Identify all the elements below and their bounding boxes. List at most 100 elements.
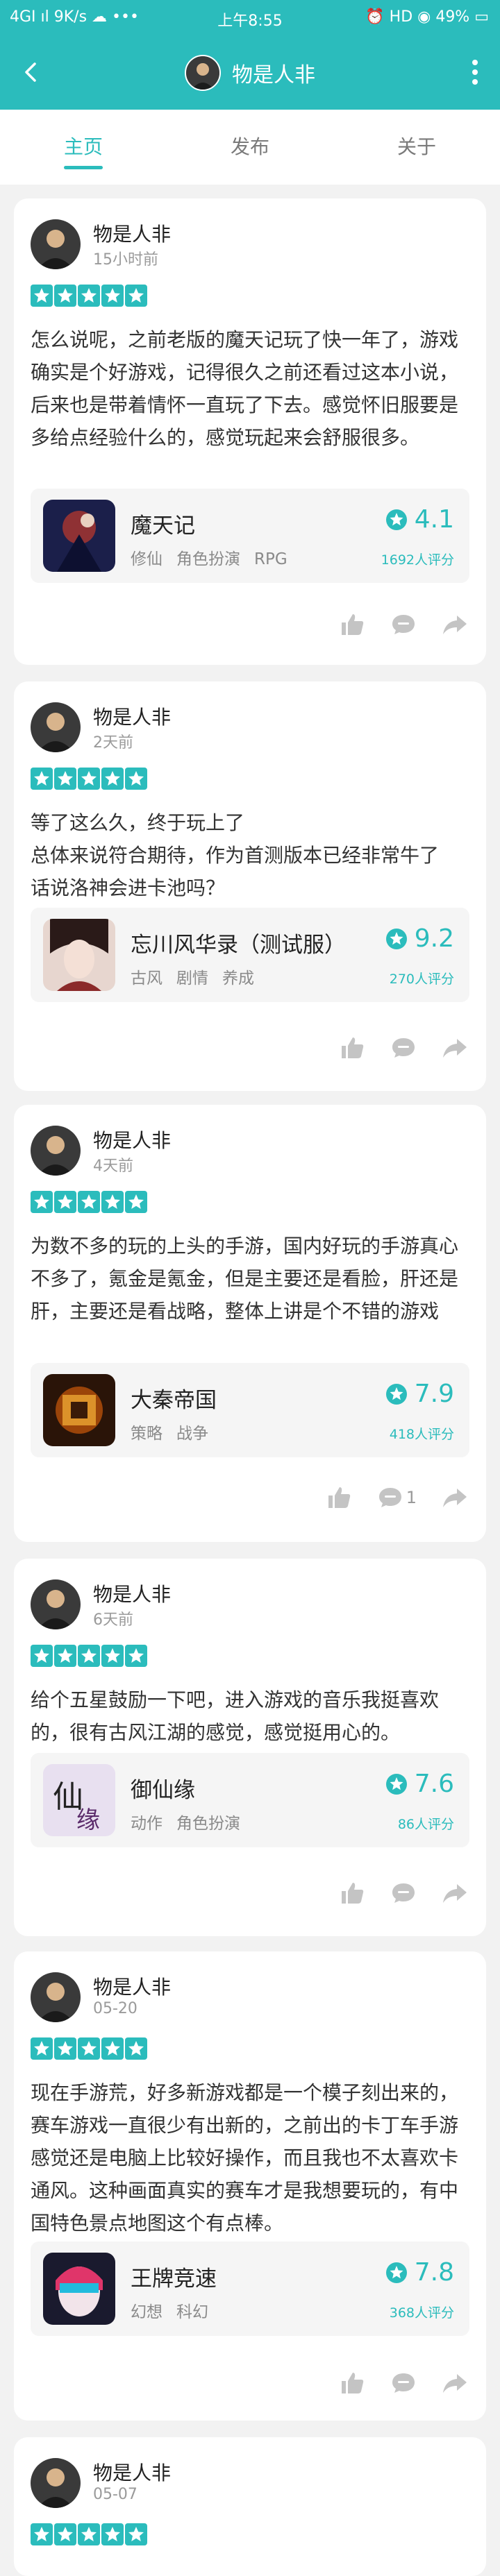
- game-tag: 养成: [222, 969, 254, 988]
- user-name[interactable]: 物是人非: [93, 1972, 171, 2000]
- avatar[interactable]: [31, 1972, 81, 2022]
- avatar[interactable]: [31, 1126, 81, 1176]
- user-name[interactable]: 物是人非: [93, 219, 171, 247]
- game-icon: [43, 1374, 115, 1446]
- post-time: 4天前: [93, 1158, 133, 1175]
- review-card: 物是人非 05-20 现在手游荒，好多新游戏都是一个模子刻出来的，赛车游戏一直很…: [14, 1951, 486, 2421]
- user-name[interactable]: 物是人非: [93, 702, 171, 730]
- status-bar: 4GІ ıl 9K/s ☁ ••• 上午8:55 ⏰ HD ◉ 49% ▭: [0, 0, 500, 36]
- game-tags: 修仙 角色扮演 RPG: [131, 545, 301, 569]
- review-text[interactable]: 现在手游荒，好多新游戏都是一个模子刻出来的，赛车游戏一直很少有出新的，之前出的卡…: [31, 2076, 475, 2239]
- review-text[interactable]: 为数不多的玩的上头的手游，国内好玩的手游真心不多了，氪金是氪金，但是主要还是看脸…: [31, 1230, 475, 1328]
- like-icon[interactable]: [339, 611, 365, 638]
- share-icon[interactable]: [442, 611, 468, 638]
- star-icon: [101, 2037, 124, 2060]
- game-icon: 仙缘: [43, 1764, 115, 1836]
- game-tag: 动作: [131, 1815, 162, 1833]
- review-card: 物是人非 2天前 等了这么久，终于玩上了 总体来说符合期待，作为首测版本已经非常…: [14, 681, 486, 1091]
- share-icon[interactable]: [442, 1484, 468, 1511]
- rating-stars: [31, 2523, 147, 2545]
- comment-button[interactable]: 1: [377, 1484, 417, 1511]
- star-icon: [31, 2523, 53, 2545]
- rating-stars: [31, 2037, 147, 2060]
- game-tag: RPG: [254, 550, 288, 568]
- avatar[interactable]: [31, 2458, 81, 2508]
- star-icon: [54, 2037, 76, 2060]
- score-value: 7.8: [414, 2258, 454, 2287]
- rating-count: 368人评分: [389, 2305, 454, 2321]
- game-card[interactable]: 仙缘 御仙缘 动作 角色扮演 7.6 86人评分: [31, 1753, 469, 1847]
- share-icon[interactable]: [442, 1035, 468, 1061]
- share-icon[interactable]: [442, 2370, 468, 2396]
- comment-icon[interactable]: [377, 1484, 403, 1511]
- comment-icon[interactable]: [390, 611, 417, 638]
- tab-home[interactable]: 主页: [0, 110, 167, 185]
- score-star-icon: [385, 2262, 408, 2284]
- like-icon[interactable]: [339, 2370, 365, 2396]
- star-icon: [31, 1645, 53, 1667]
- star-icon: [78, 2523, 100, 2545]
- post-time: 6天前: [93, 1611, 133, 1629]
- score-star-icon: [385, 509, 408, 531]
- game-icon: [43, 2253, 115, 2325]
- star-icon: [125, 2037, 147, 2060]
- comment-icon[interactable]: [390, 2370, 417, 2396]
- star-icon: [31, 1191, 53, 1213]
- rating-stars: [31, 285, 147, 307]
- review-text[interactable]: 怎么说呢，之前老版的魔天记玩了快一年了，游戏确实是个好游戏，记得很久之前还看过这…: [31, 323, 475, 454]
- star-icon: [31, 2037, 53, 2060]
- user-name[interactable]: 物是人非: [93, 1126, 171, 1153]
- star-icon: [54, 285, 76, 307]
- tab-publish-label: 发布: [230, 135, 269, 158]
- title-bar: 物是人非: [0, 36, 500, 110]
- tab-indicator: [64, 166, 103, 169]
- tab-about[interactable]: 关于: [333, 110, 500, 185]
- game-card[interactable]: 王牌竞速 幻想 科幻 7.8 368人评分: [31, 2242, 469, 2336]
- review-text[interactable]: 给个五星鼓励一下吧，进入游戏的音乐我挺喜欢的，很有古风江湖的感觉，感觉挺用心的。: [31, 1684, 475, 1749]
- avatar[interactable]: [31, 1579, 81, 1629]
- game-score: 9.2: [385, 924, 454, 953]
- tab-publish[interactable]: 发布: [167, 110, 333, 185]
- like-icon[interactable]: [339, 1035, 365, 1061]
- game-tags: 幻想 科幻: [131, 2298, 222, 2322]
- game-card[interactable]: 大秦帝国 策略 战争 7.9 418人评分: [31, 1363, 469, 1457]
- score-star-icon: [385, 1383, 408, 1405]
- share-icon[interactable]: [442, 1880, 468, 1906]
- star-icon: [78, 1645, 100, 1667]
- more-vertical-icon[interactable]: [469, 57, 481, 87]
- rating-count: 270人评分: [389, 972, 454, 987]
- star-icon: [78, 1191, 100, 1213]
- game-card[interactable]: 魔天记 修仙 角色扮演 RPG 4.1 1692人评分: [31, 489, 469, 583]
- game-icon: [43, 500, 115, 572]
- tab-bar: 主页 发布 关于: [0, 110, 500, 185]
- post-time: 15小时前: [93, 251, 158, 269]
- user-name[interactable]: 物是人非: [93, 1579, 171, 1607]
- game-name: 忘川风华录（测试服）: [131, 933, 346, 958]
- game-tags: 策略 战争: [131, 1420, 222, 1443]
- game-tag: 角色扮演: [176, 1815, 240, 1833]
- avatar[interactable]: [31, 219, 81, 269]
- review-text[interactable]: 等了这么久，终于玩上了 总体来说符合期待，作为首测版本已经非常牛了 话说洛神会进…: [31, 806, 475, 904]
- tab-home-label: 主页: [63, 135, 103, 158]
- action-bar: [339, 2369, 468, 2397]
- like-icon[interactable]: [339, 1880, 365, 1906]
- comment-icon[interactable]: [390, 1880, 417, 1906]
- star-icon: [78, 285, 100, 307]
- game-tags: 动作 角色扮演: [131, 1810, 254, 1833]
- avatar[interactable]: [31, 702, 81, 752]
- comment-icon[interactable]: [390, 1035, 417, 1061]
- comment-count: 1: [406, 1488, 417, 1507]
- star-icon: [125, 768, 147, 790]
- rating-count: 418人评分: [389, 1427, 454, 1442]
- title-wrap: 物是人非: [0, 55, 500, 91]
- star-icon: [54, 2523, 76, 2545]
- star-icon: [54, 768, 76, 790]
- like-icon[interactable]: [326, 1484, 352, 1511]
- user-name[interactable]: 物是人非: [93, 2458, 171, 2486]
- game-score: 4.1: [385, 505, 454, 534]
- star-icon: [54, 1191, 76, 1213]
- review-card: 物是人非 6天前 给个五星鼓励一下吧，进入游戏的音乐我挺喜欢的，很有古风江湖的感…: [14, 1559, 486, 1936]
- star-icon: [101, 1645, 124, 1667]
- svg-text:缘: 缘: [76, 1806, 100, 1834]
- game-card[interactable]: 忘川风华录（测试服） 古风 剧情 养成 9.2 270人评分: [31, 908, 469, 1002]
